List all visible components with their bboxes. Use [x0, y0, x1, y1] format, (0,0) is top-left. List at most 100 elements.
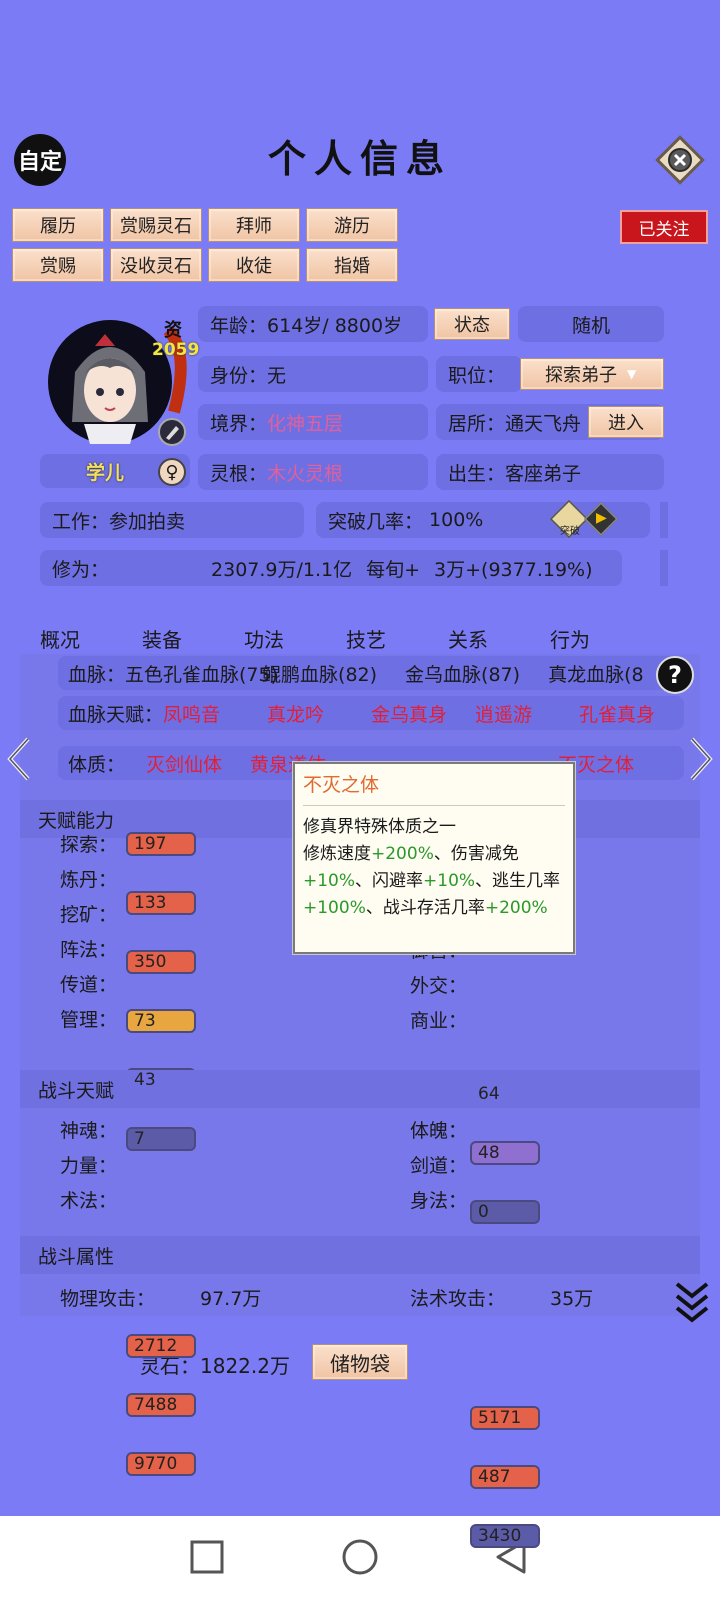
cultivation-box: 修为： 2307.9万/1.1亿 每旬+ 3万+(9377.19%) [40, 550, 622, 586]
combat-stat-bar: 9770 [126, 1452, 196, 1476]
confiscate-stone-button[interactable]: 没收灵石 [110, 248, 202, 282]
tooltip-text: 修炼速度 [303, 844, 371, 864]
close-button[interactable] [654, 134, 706, 186]
identity-value: 无 [267, 364, 287, 387]
tooltip-value: +200% [371, 844, 434, 864]
spirit-stone-value: 1822.2万 [200, 1354, 290, 1378]
tab-overview[interactable]: 概况 [40, 624, 142, 653]
bloodline-item[interactable]: 鲲鹏血脉(82) [262, 660, 377, 687]
bloodline-key: 血脉： [68, 663, 126, 686]
combat-stat-label: 力量： [60, 1155, 118, 1177]
talent-stat-label: 传道： [60, 974, 118, 996]
marriage-button[interactable]: 指婚 [306, 248, 398, 282]
follow-button[interactable]: 已关注 [620, 210, 708, 244]
position-dropdown[interactable]: 探索弟子 ▼ [520, 358, 664, 390]
tab-behavior[interactable]: 行为 [550, 624, 652, 653]
reward-button[interactable]: 赏赐 [12, 248, 104, 282]
apprentice-button[interactable]: 拜师 [208, 208, 300, 242]
tooltip-value: +200% [484, 898, 548, 918]
tooltip-title: 不灭之体 [303, 772, 565, 806]
tab-bar: 概况 装备 功法 技艺 关系 行为 [40, 624, 680, 653]
work-value: 参加拍卖 [109, 510, 186, 533]
tooltip-text: 、闪避率 [355, 871, 424, 891]
root-value: 木火灵根 [267, 462, 344, 485]
bloodline-talent-item[interactable]: 孔雀真身 [579, 700, 655, 727]
reward-stone-button[interactable]: 赏赐灵石 [110, 208, 202, 242]
combat-stat-label: 剑道： [410, 1155, 468, 1177]
tab-equipment[interactable]: 装备 [142, 624, 244, 653]
bloodline-talent-item[interactable]: 逍遥游 [475, 700, 579, 727]
bloodline-item[interactable]: 真龙血脉(8 [548, 660, 644, 687]
realm-box: 境界： 化神五层 [198, 404, 428, 440]
identity-box: 身份： 无 [198, 356, 428, 392]
next-arrow-icon[interactable] [688, 736, 714, 786]
magic-attack-value: 35万 [550, 1288, 594, 1310]
tooltip-line1: 修真界特殊体质之一 [303, 817, 456, 837]
take-disciple-button[interactable]: 收徒 [208, 248, 300, 282]
cultivation-key: 修为： [52, 558, 110, 581]
talent-stat-label: 外交： [410, 975, 468, 997]
random-button[interactable]: 随机 [518, 306, 664, 342]
talent-stat-label: 阵法： [60, 939, 118, 961]
talent-stat-value: 350 [134, 952, 167, 972]
work-key: 工作： [52, 510, 110, 533]
combat-stat-label: 术法： [60, 1190, 118, 1212]
prev-arrow-icon[interactable] [6, 736, 32, 786]
residence-key: 居所： [448, 412, 506, 435]
recent-apps-icon [190, 1540, 224, 1574]
info-box-edge-2 [660, 550, 668, 586]
combat-attributes-header: 战斗属性 [20, 1236, 700, 1274]
close-icon [655, 135, 705, 185]
position-key: 职位： [448, 364, 506, 387]
talent-stat-bar: 350 [126, 950, 196, 974]
info-box-edge [660, 502, 668, 538]
combat-stat-value: 3430 [478, 1526, 522, 1546]
system-nav-bar [0, 1516, 720, 1600]
talent-stat-value: 197 [134, 834, 167, 854]
talent-stat-label: 探索： [60, 834, 118, 856]
cultivation-value: 2307.9万/1.1亿 [211, 558, 353, 581]
help-icon[interactable]: ? [656, 656, 694, 694]
status-button[interactable]: 状态 [434, 308, 510, 340]
phys-attack-key: 物理攻击： [60, 1288, 156, 1310]
tooltip-value: +10% [423, 871, 476, 891]
enter-button[interactable]: 进入 [588, 406, 664, 438]
travel-button[interactable]: 游历 [306, 208, 398, 242]
tooltip-text: 、逃生几率 [475, 871, 561, 891]
talent-stat-bar: 133 [126, 891, 196, 915]
tab-crafts[interactable]: 技艺 [346, 624, 448, 653]
birth-key: 出生： [448, 462, 506, 485]
chevron-down-icon: ▼ [627, 367, 637, 381]
combat-stat-value: 9770 [134, 1454, 178, 1474]
scroll-down-icon[interactable] [674, 1280, 710, 1330]
history-button[interactable]: 履历 [12, 208, 104, 242]
bloodline-talent-item[interactable]: 凤鸣音 [163, 700, 267, 727]
combat-stat-label: 神魂： [60, 1120, 118, 1142]
root-key: 灵根： [210, 462, 268, 485]
bloodline-talent-item[interactable]: 真龙吟 [267, 700, 371, 727]
combat-stat-label: 身法： [410, 1190, 468, 1212]
physique-key: 体质： [68, 753, 126, 776]
tooltip-text: 、伤害减免 [433, 844, 519, 864]
physique-tooltip: 不灭之体 修真界特殊体质之一 修炼速度+200%、伤害减免+10%、闪避率+10… [293, 762, 575, 954]
storage-bag-button[interactable]: 储物袋 [312, 1344, 408, 1380]
physique-item[interactable]: 灭剑仙体 [146, 750, 250, 777]
bloodline-item[interactable]: 金乌血脉(87) [405, 660, 520, 687]
combat-stat-bar: 7488 [126, 1393, 196, 1417]
bloodline-item[interactable]: 五色孔雀血脉(75) [125, 660, 278, 687]
position-box: 职位： [436, 356, 522, 392]
tab-skills[interactable]: 功法 [244, 624, 346, 653]
talent-stat-value: 64 [478, 1084, 500, 1104]
magic-attack-key: 法术攻击： [410, 1288, 506, 1310]
birth-box: 出生： 客座弟子 [436, 454, 664, 490]
age-box: 年龄： 614岁/ 8800岁 [198, 306, 428, 342]
talent-stat-bar: 73 [126, 1009, 196, 1033]
bloodline-talent-row: 血脉天赋： 凤鸣音 真龙吟 金乌真身 逍遥游 孔雀真身 [58, 696, 684, 730]
per-turn-key: 每旬+ [366, 558, 421, 581]
character-name: 学儿 [85, 461, 124, 484]
tab-relations[interactable]: 关系 [448, 624, 550, 653]
breakthrough-value: 100% [429, 509, 484, 531]
combat-stat-value: 5171 [478, 1408, 522, 1428]
edit-icon[interactable] [158, 418, 186, 446]
bloodline-talent-item[interactable]: 金乌真身 [371, 700, 475, 727]
